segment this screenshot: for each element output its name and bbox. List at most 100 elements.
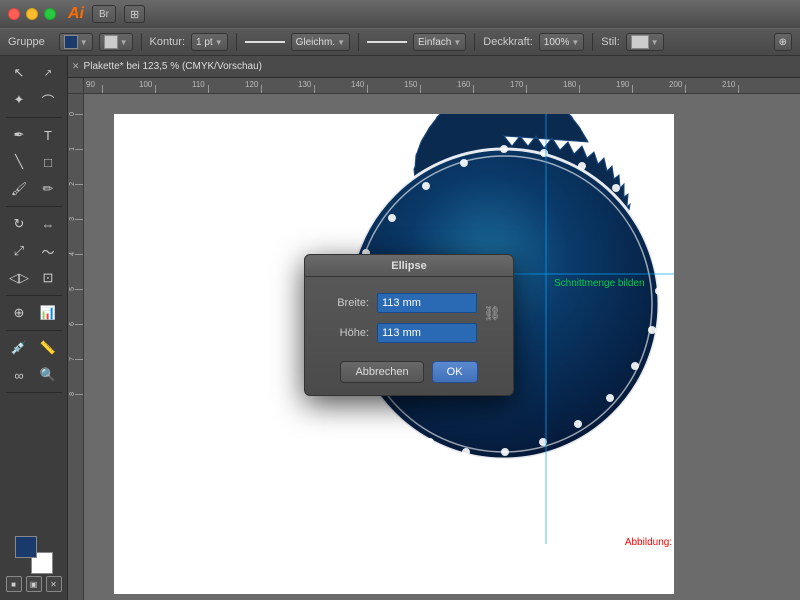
ellipse-dialog: Ellipse Breite: 113 mm bbox=[304, 254, 514, 396]
ruler-num-130: 130 bbox=[298, 80, 311, 89]
br-button[interactable]: Br bbox=[92, 5, 116, 23]
breite-input[interactable]: 113 mm bbox=[377, 293, 477, 313]
color-mode-gradient[interactable]: ▣ bbox=[26, 576, 42, 592]
link-icon[interactable]: ⛓ bbox=[483, 293, 501, 333]
free-transform-tool[interactable]: ⊡ bbox=[34, 265, 62, 291]
hoehe-input[interactable]: 113 mm bbox=[377, 323, 477, 343]
breite-field: Breite: 113 mm bbox=[317, 293, 477, 313]
main-area: ↖ ↗ ✦ ⌒ ✒ T ╲ □ 🖌 ✏ ↻ ⇔ ⤢ 〜 ◁▷ bbox=[0, 56, 800, 600]
v-ruler-tick bbox=[75, 359, 83, 360]
ruler-num-160: 160 bbox=[457, 80, 470, 89]
ruler-corner bbox=[68, 78, 84, 94]
view-mode-button[interactable]: ⊞ bbox=[124, 5, 145, 23]
ok-button[interactable]: OK bbox=[432, 361, 478, 383]
lasso-tool[interactable]: ⌒ bbox=[34, 87, 62, 113]
tab-label: Plakette* bei 123,5 % (CMYK/Vorschau) bbox=[84, 61, 262, 72]
ruler-num-180: 180 bbox=[563, 80, 576, 89]
stroke-style-preview bbox=[245, 41, 285, 43]
app-logo: Ai bbox=[68, 5, 84, 23]
divider-5 bbox=[592, 33, 593, 51]
v-ruler-num-8: 8 bbox=[69, 392, 76, 396]
ruler-tick bbox=[526, 85, 527, 93]
gruppe-label: Gruppe bbox=[8, 36, 45, 48]
hoehe-field: Höhe: 113 mm bbox=[317, 323, 477, 343]
divider-4 bbox=[474, 33, 475, 51]
v-ruler-num-6: 6 bbox=[69, 322, 76, 326]
rotate-tool[interactable]: ↻ bbox=[5, 211, 33, 237]
ruler-num-210: 210 bbox=[722, 80, 735, 89]
titlebar: Ai Br ⊞ bbox=[0, 0, 800, 28]
v-ruler-tick bbox=[75, 324, 83, 325]
magic-wand-tool[interactable]: ✦ bbox=[5, 87, 33, 113]
tab-close-btn[interactable]: ✕ bbox=[72, 61, 80, 72]
canvas: Schnittmenge bilden Abbildung: 26 Ellips… bbox=[84, 94, 800, 600]
ruler-num-190: 190 bbox=[616, 80, 629, 89]
graph-tool[interactable]: 📊 bbox=[34, 300, 62, 326]
dialog-title: Ellipse bbox=[391, 260, 426, 272]
fill-color-select[interactable]: ▼ bbox=[59, 33, 93, 51]
v-ruler-tick bbox=[75, 114, 83, 115]
maximize-button[interactable] bbox=[44, 8, 56, 20]
horizontal-ruler: 90 100 110 120 130 140 150 bbox=[84, 78, 800, 94]
measure-tool[interactable]: 📏 bbox=[34, 335, 62, 361]
color-mode-none[interactable]: ✕ bbox=[46, 576, 62, 592]
kontur-value-select[interactable]: 1 pt ▼ bbox=[191, 33, 228, 51]
schnittmenge-label: Schnittmenge bilden bbox=[554, 278, 645, 289]
width-tool[interactable]: ◁▷ bbox=[5, 265, 33, 291]
toolbar: ↖ ↗ ✦ ⌒ ✒ T ╲ □ 🖌 ✏ ↻ ⇔ ⤢ 〜 ◁▷ bbox=[0, 56, 68, 600]
foreground-color-box[interactable] bbox=[15, 536, 37, 558]
warp-tool[interactable]: 〜 bbox=[34, 238, 62, 264]
blend-tool[interactable]: ∞ bbox=[5, 362, 33, 388]
type-tool[interactable]: T bbox=[34, 122, 62, 148]
canvas-area: ✕ Plakette* bei 123,5 % (CMYK/Vorschau) … bbox=[68, 56, 800, 600]
color-mode-normal[interactable]: ■ bbox=[6, 576, 22, 592]
stil-select[interactable]: ▼ bbox=[626, 33, 664, 51]
selection-tool[interactable]: ↖ bbox=[5, 60, 33, 86]
traffic-lights bbox=[8, 8, 56, 20]
paintbrush-tool[interactable]: 🖌 bbox=[5, 176, 33, 202]
ruler-num-140: 140 bbox=[351, 80, 364, 89]
zoom-tool[interactable]: 🔍 bbox=[34, 362, 62, 388]
stroke-color-select[interactable]: ▼ bbox=[99, 33, 133, 51]
eyedropper-tool[interactable]: 💉 bbox=[5, 335, 33, 361]
v-ruler-num-5: 5 bbox=[69, 287, 76, 291]
stroke-end-select[interactable]: Einfach ▼ bbox=[413, 33, 466, 51]
v-ruler-num-0: 0 bbox=[69, 112, 76, 116]
ruler-num-100: 100 bbox=[139, 80, 152, 89]
breite-label: Breite: bbox=[317, 297, 369, 309]
extra-options[interactable]: ⊕ bbox=[774, 33, 792, 51]
ruler-num-120: 120 bbox=[245, 80, 258, 89]
stroke-type-select[interactable]: Gleichm. ▼ bbox=[291, 33, 350, 51]
v-ruler-num-7: 7 bbox=[69, 357, 76, 361]
v-ruler-tick bbox=[75, 394, 83, 395]
divider-3 bbox=[358, 33, 359, 51]
abbrechen-button[interactable]: Abbrechen bbox=[340, 361, 423, 383]
pencil-tool[interactable]: ✏ bbox=[34, 176, 62, 202]
tabbar: ✕ Plakette* bei 123,5 % (CMYK/Vorschau) bbox=[68, 56, 800, 78]
dialog-fields: Breite: 113 mm Höhe: bbox=[317, 293, 477, 353]
ruler-tick bbox=[632, 85, 633, 93]
dialog-buttons: Abbrechen OK bbox=[317, 361, 501, 383]
color-boxes[interactable] bbox=[15, 536, 53, 574]
v-ruler-num-1: 1 bbox=[69, 147, 76, 151]
color-section: ■ ▣ ✕ bbox=[0, 536, 67, 596]
ruler-num-90: 90 bbox=[86, 80, 95, 89]
pen-tool[interactable]: ✒ bbox=[5, 122, 33, 148]
line-tool[interactable]: ╲ bbox=[5, 149, 33, 175]
chain-icon: ⛓ bbox=[483, 305, 501, 322]
canvas-with-rulers: 90 100 110 120 130 140 150 bbox=[68, 78, 800, 600]
direct-selection-tool[interactable]: ↗ bbox=[34, 60, 62, 86]
color-mode-row: ■ ▣ ✕ bbox=[6, 576, 62, 592]
mirror-tool[interactable]: ⇔ bbox=[34, 211, 62, 237]
v-ruler-tick bbox=[75, 254, 83, 255]
deckkraft-select[interactable]: 100% ▼ bbox=[539, 33, 585, 51]
scale-tool[interactable]: ⤢ bbox=[5, 238, 33, 264]
shape-builder-tool[interactable]: ⊕ bbox=[5, 300, 33, 326]
stroke-end-preview bbox=[367, 41, 407, 43]
close-button[interactable] bbox=[8, 8, 20, 20]
ruler-num-150: 150 bbox=[404, 80, 417, 89]
shape-tool[interactable]: □ bbox=[34, 149, 62, 175]
v-ruler-num-3: 3 bbox=[69, 217, 76, 221]
ruler-tick bbox=[208, 85, 209, 93]
minimize-button[interactable] bbox=[26, 8, 38, 20]
